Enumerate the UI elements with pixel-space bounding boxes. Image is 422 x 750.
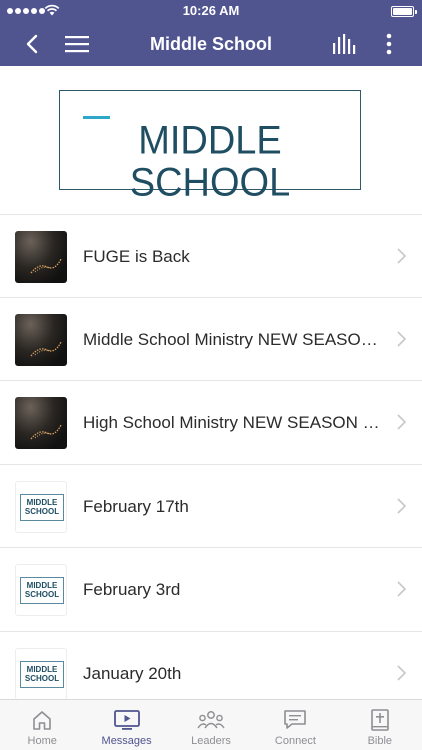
message-row[interactable]: Middle School Ministry NEW SEASON... (0, 298, 422, 381)
tab-connect[interactable]: Connect (253, 700, 337, 750)
middle-school-logo-thumb: MIDDLE SCHOOL (20, 660, 64, 688)
tab-home[interactable]: Home (0, 700, 84, 750)
people-icon (197, 711, 225, 729)
vertical-dots-icon (386, 33, 392, 55)
message-row[interactable]: MIDDLE SCHOOL February 3rd (0, 548, 422, 632)
chat-icon (284, 710, 307, 729)
home-icon (33, 711, 52, 730)
message-row[interactable]: FUGE is Back (0, 214, 422, 298)
message-title: FUGE is Back (83, 247, 190, 266)
menu-button[interactable] (62, 22, 92, 66)
chevron-right-icon (397, 497, 406, 514)
chevron-right-icon (397, 248, 406, 264)
message-row[interactable]: High School Ministry NEW SEASON In... (0, 381, 422, 465)
message-thumbnail (15, 313, 67, 366)
message-thumbnail (15, 397, 67, 449)
nav-bar: Middle School (0, 22, 422, 66)
chevron-right-icon (397, 330, 406, 347)
banner-logo-text: MIDDLE SCHOOL (129, 118, 291, 206)
tv-play-icon (113, 710, 140, 730)
thumb-logo-text: MIDDLE SCHOOL (24, 497, 60, 516)
back-button[interactable] (18, 22, 46, 66)
chevron-right-icon (397, 664, 406, 681)
message-row[interactable]: MIDDLE SCHOOL February 17th (0, 465, 422, 548)
message-list: FUGE is Back Middle School Ministry NEW … (0, 214, 422, 715)
sparkler-image (30, 258, 62, 274)
message-title: February 3rd (83, 580, 181, 599)
message-title: February 17th (83, 496, 189, 516)
tab-label: Connect (274, 735, 316, 747)
page-title: Middle School (149, 34, 272, 54)
tab-label: Leaders (191, 735, 231, 747)
tab-leaders[interactable]: Leaders (169, 700, 253, 750)
sparkler-image (30, 341, 62, 356)
thumb-logo-text: MIDDLE SCHOOL (24, 664, 60, 683)
message-title: High School Ministry NEW SEASON In... (83, 413, 382, 432)
chevron-left-icon (26, 34, 38, 54)
thumb-logo-text: MIDDLE SCHOOL (24, 581, 60, 599)
chevron-right-icon (397, 581, 406, 597)
tab-label: Bible (367, 735, 393, 747)
tab-label: Messages (101, 735, 152, 747)
logo-accent-bar (83, 116, 110, 119)
app-header: 10:26 AM Middle School (0, 0, 422, 66)
bible-icon (371, 709, 389, 731)
message-thumbnail: MIDDLE SCHOOL (15, 480, 67, 533)
tab-label: Home (27, 735, 57, 747)
middle-school-logo-thumb: MIDDLE SCHOOL (20, 577, 64, 604)
chevron-right-icon (397, 414, 406, 430)
sparkler-image (30, 424, 62, 440)
more-options-button[interactable] (378, 22, 400, 66)
series-banner: MIDDLE SCHOOL (59, 90, 361, 204)
audio-levels-button[interactable] (330, 22, 360, 66)
audio-bars-icon (333, 34, 356, 54)
status-time: 10:26 AM (182, 3, 240, 18)
hamburger-menu-icon (65, 36, 89, 53)
middle-school-logo-thumb: MIDDLE SCHOOL (20, 493, 64, 521)
battery-icon (391, 6, 417, 17)
tab-messages[interactable]: Messages (84, 700, 168, 750)
message-thumbnail (15, 231, 67, 283)
tab-bible[interactable]: Bible (338, 700, 422, 750)
message-thumbnail: MIDDLE SCHOOL (15, 564, 67, 616)
tab-bar: Home Messages Leaders Connect Bible (0, 699, 422, 750)
message-thumbnail: MIDDLE SCHOOL (15, 647, 67, 700)
message-title: Middle School Ministry NEW SEASON... (83, 329, 382, 349)
status-bar: 10:26 AM (0, 0, 422, 22)
